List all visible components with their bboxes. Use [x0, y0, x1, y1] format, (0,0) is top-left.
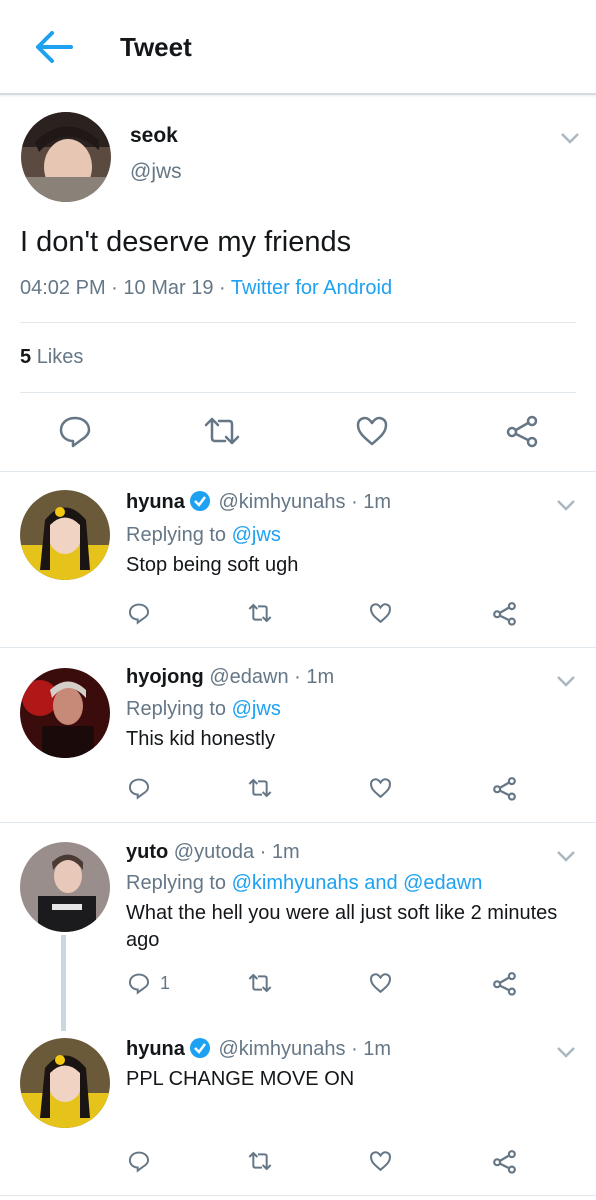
thread-line	[61, 935, 66, 1031]
like-icon[interactable]	[369, 972, 392, 994]
retweet-icon[interactable]	[247, 603, 273, 623]
tweet-date: 10 Mar 19	[123, 277, 214, 299]
reply-header: hyuna @kimhyunahs · 1m	[126, 490, 391, 514]
back-arrow-icon[interactable]	[33, 29, 73, 65]
share-icon[interactable]	[505, 414, 539, 448]
like-icon[interactable]	[369, 777, 392, 799]
replying-to-link[interactable]: @jws	[232, 698, 281, 720]
top-bar: Tweet	[0, 0, 596, 95]
verified-icon	[189, 491, 210, 511]
share-icon[interactable]	[492, 601, 517, 626]
chevron-down-icon[interactable]	[555, 848, 577, 864]
reply-time: 1m	[271, 841, 300, 863]
like-count: 5	[20, 346, 32, 368]
tweet-source[interactable]: Twitter for Android	[231, 277, 392, 299]
replying-prefix: Replying to	[126, 698, 227, 720]
reply-icon[interactable]	[58, 414, 92, 448]
reply-icon[interactable]	[128, 601, 150, 625]
replying-prefix: Replying to	[126, 524, 227, 546]
meta-separator: ·	[259, 841, 267, 863]
avatar[interactable]	[20, 668, 110, 758]
reply-author-handle[interactable]: @kimhyunahs	[218, 491, 345, 513]
divider	[0, 822, 596, 823]
reply-text: What the hell you were all just soft lik…	[126, 902, 558, 951]
divider	[0, 1195, 596, 1196]
divider	[20, 392, 576, 393]
replying-to-link[interactable]: @kimhyunahs and @edawn	[232, 872, 483, 894]
replying-to-link[interactable]: @jws	[232, 524, 281, 546]
reply-text: Stop being soft ugh	[126, 554, 299, 576]
replying-to: Replying to @jws	[126, 698, 281, 721]
divider	[20, 322, 576, 323]
reply-author-handle[interactable]: @edawn	[209, 666, 288, 688]
reply-text: This kid honestly	[126, 728, 275, 750]
chevron-down-icon[interactable]	[555, 673, 577, 689]
avatar[interactable]	[21, 112, 111, 202]
meta-separator: ·	[111, 277, 118, 299]
tweet-time: 04:02 PM	[20, 277, 106, 299]
like-icon[interactable]	[369, 602, 392, 624]
verified-icon	[189, 1038, 210, 1058]
reply-author-name[interactable]: yuto	[126, 841, 168, 863]
replying-prefix: Replying to	[126, 872, 227, 894]
author-name[interactable]: seok	[130, 124, 178, 148]
retweet-icon[interactable]	[247, 778, 273, 798]
retweet-icon[interactable]	[247, 1151, 273, 1171]
reply-icon[interactable]	[128, 1149, 150, 1173]
reply-author-name[interactable]: hyojong	[126, 666, 204, 688]
reply-author-handle[interactable]: @yutoda	[174, 841, 254, 863]
divider	[0, 471, 596, 472]
replying-to: Replying to @kimhyunahs and @edawn	[126, 872, 482, 895]
reply-time: 1m	[363, 1038, 392, 1060]
retweet-icon[interactable]	[247, 973, 273, 993]
reply-header: hyuna @kimhyunahs · 1m	[126, 1037, 391, 1061]
meta-separator: ·	[294, 666, 301, 688]
tweet-meta: 04:02 PM · 10 Mar 19 · Twitter for Andro…	[20, 277, 392, 300]
chevron-down-icon[interactable]	[555, 497, 577, 513]
share-icon[interactable]	[492, 971, 517, 996]
reply-header: yuto @yutoda · 1m	[126, 841, 300, 864]
author-handle[interactable]: @jws	[130, 160, 182, 184]
divider	[0, 647, 596, 648]
reply-header: hyojong @edawn · 1m	[126, 666, 334, 689]
tweet-text: I don't deserve my friends	[20, 226, 352, 258]
replying-to: Replying to @jws	[126, 524, 281, 547]
reply-icon[interactable]	[128, 971, 150, 995]
reply-text: PPL CHANGE MOVE ON	[126, 1068, 355, 1090]
avatar[interactable]	[20, 842, 110, 932]
share-icon[interactable]	[492, 1149, 517, 1174]
reply-time: 1m	[363, 491, 392, 513]
reply-author-name[interactable]: hyuna	[126, 491, 185, 513]
avatar[interactable]	[20, 1038, 110, 1128]
reply-icon[interactable]	[128, 776, 150, 800]
retweet-icon[interactable]	[203, 416, 241, 446]
meta-separator: ·	[351, 491, 358, 513]
reply-author-handle[interactable]: @kimhyunahs	[218, 1038, 345, 1060]
likes-label: Likes	[36, 346, 84, 368]
meta-separator: ·	[351, 1038, 358, 1060]
reply-time: 1m	[306, 666, 335, 688]
chevron-down-icon[interactable]	[559, 130, 581, 146]
page-title: Tweet	[120, 32, 192, 62]
share-icon[interactable]	[492, 776, 517, 801]
reply-count: 1	[160, 973, 171, 993]
likes-stat[interactable]: 5 Likes	[20, 346, 83, 369]
reply-author-name[interactable]: hyuna	[126, 1038, 185, 1060]
chevron-down-icon[interactable]	[555, 1044, 577, 1060]
like-icon[interactable]	[369, 1150, 392, 1172]
avatar[interactable]	[20, 490, 110, 580]
like-icon[interactable]	[355, 415, 389, 447]
meta-separator: ·	[219, 277, 226, 299]
